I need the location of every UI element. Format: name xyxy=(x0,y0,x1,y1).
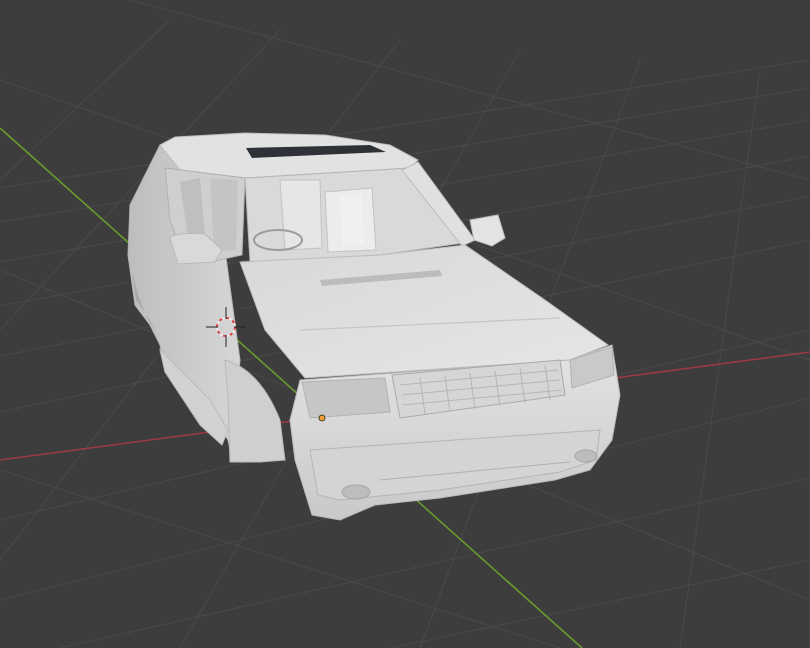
3d-viewport[interactable] xyxy=(0,0,810,648)
left-fog-light xyxy=(341,484,371,500)
right-fog-light xyxy=(574,449,598,463)
car-body-mesh[interactable] xyxy=(127,132,621,521)
left-headlight xyxy=(301,377,391,419)
viewport-canvas[interactable] xyxy=(0,0,810,648)
object-origin-point xyxy=(318,414,326,422)
right-mirror xyxy=(469,214,506,247)
